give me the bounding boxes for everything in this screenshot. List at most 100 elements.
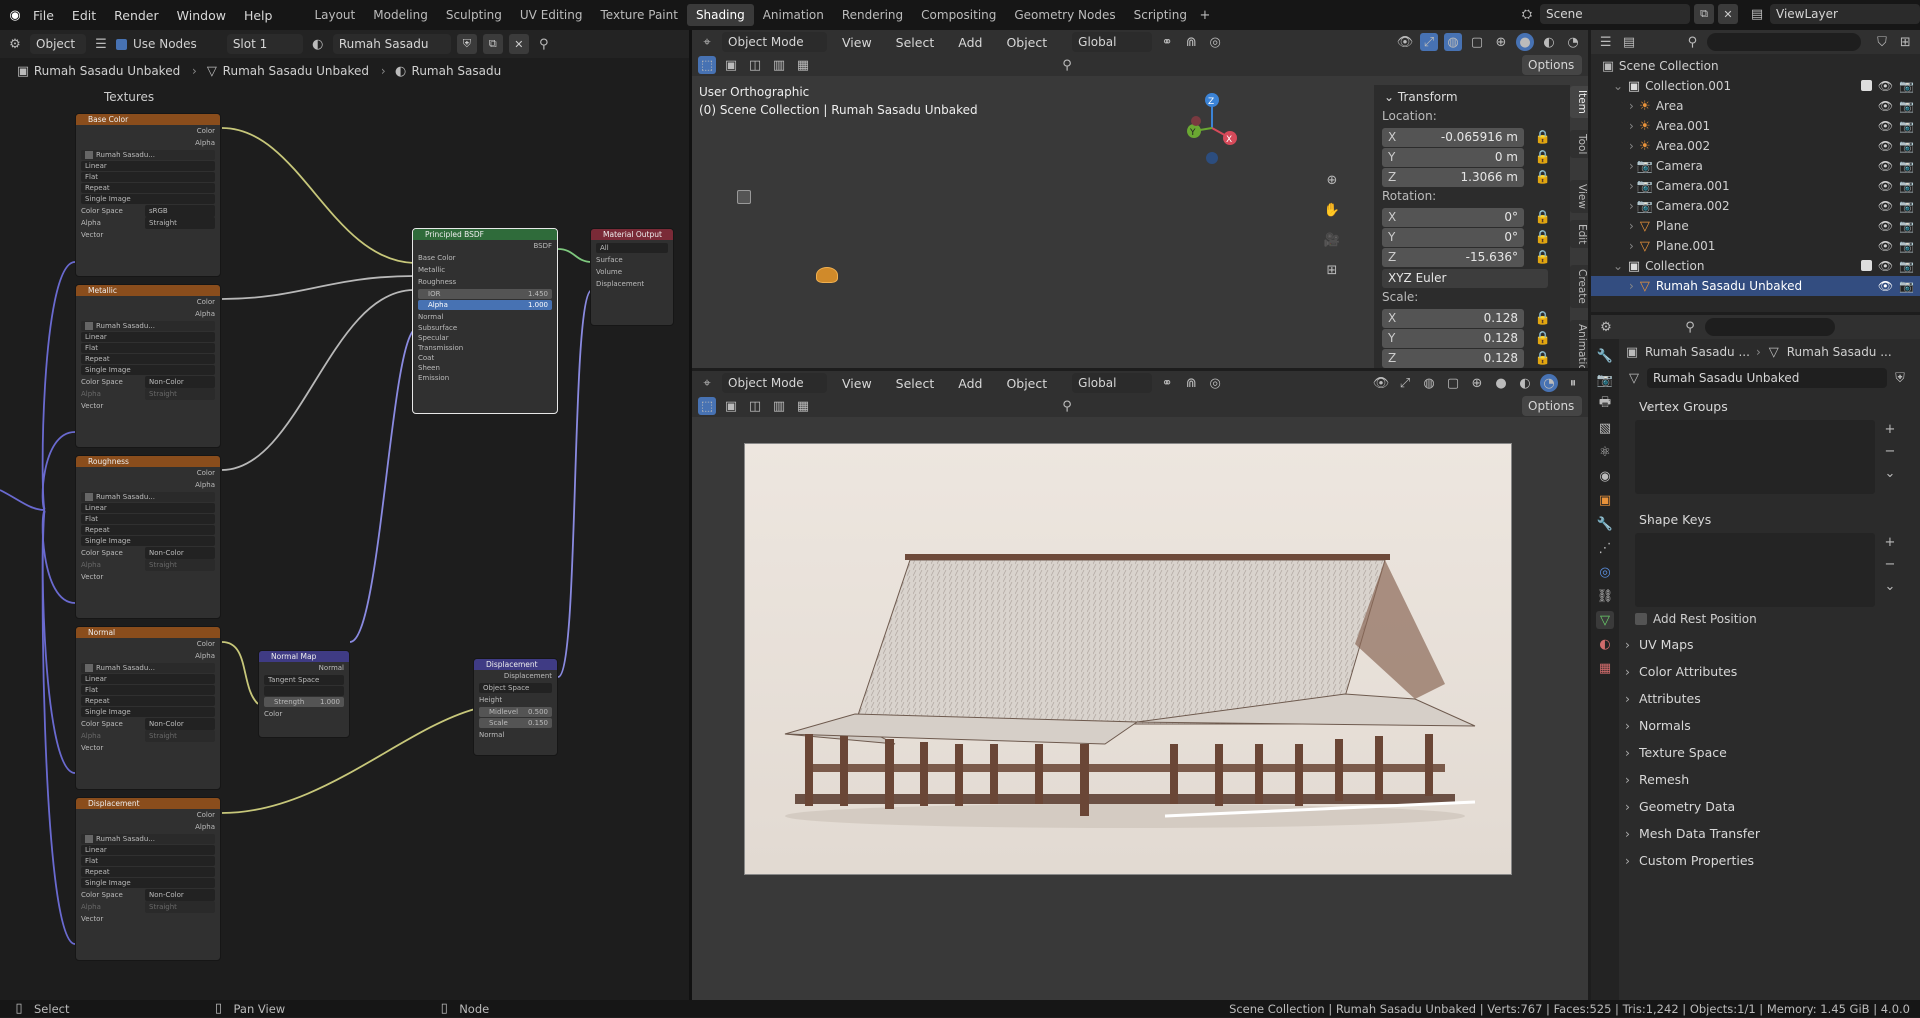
solid-shading-icon[interactable]: ● [1516, 33, 1534, 51]
mode-extend-icon[interactable]: ◫ [746, 397, 764, 415]
panel-remesh[interactable]: Remesh [1603, 766, 1913, 793]
image-texture-node[interactable]: Base Color Color Alpha Rumah Sasadu... Linea… [75, 113, 221, 277]
node-editor[interactable]: ⚙ Object ☰ Use Nodes Slot 1 ◐ Rumah Sasa… [0, 30, 690, 1000]
xray-icon[interactable]: ▢ [1444, 374, 1462, 392]
display-mode-icon[interactable]: ▤ [1620, 33, 1637, 51]
bsdf-alpha-field[interactable]: Alpha 1.000 [418, 300, 552, 310]
outliner-item[interactable]: ⌄ ▣ Collection.001 👁 📷 [1591, 76, 1920, 96]
visibility-eye-icon[interactable]: 👁 [1878, 76, 1893, 96]
add-menu[interactable]: Add [949, 35, 991, 50]
workspace-tab[interactable]: Layout [305, 4, 364, 26]
lock-icon[interactable]: 🔒 [1534, 349, 1552, 367]
render-camera-icon[interactable]: 📷 [1899, 96, 1914, 116]
expand-arrow-icon[interactable]: › [1629, 99, 1634, 113]
mode-extend-icon[interactable]: ◫ [746, 56, 764, 74]
texture-ext-selector[interactable]: Repeat [81, 354, 215, 364]
add-menu[interactable]: Add [949, 376, 991, 391]
bsdf-panel-subsurface[interactable]: Subsurface [413, 323, 557, 333]
outliner-item[interactable]: › ▽ Plane.001 👁 📷 [1591, 236, 1920, 256]
expand-arrow-icon[interactable]: › [1629, 199, 1634, 213]
workspace-tab[interactable]: Scripting [1125, 4, 1196, 26]
remove-vertex-group-icon[interactable]: − [1881, 442, 1899, 460]
shape-keys-panel[interactable]: Shape Keys [1625, 506, 1913, 533]
texture-image-selector[interactable]: Rumah Sasadu... [81, 663, 215, 673]
outliner-item[interactable]: › ▽ Plane 👁 📷 [1591, 216, 1920, 236]
render-camera-icon[interactable]: 📷 [1899, 196, 1914, 216]
lock-icon[interactable]: 🔒 [1534, 208, 1552, 226]
visibility-eye-icon[interactable]: 👁 [1878, 176, 1893, 196]
visibility-eye-icon[interactable]: 👁 [1878, 216, 1893, 236]
scl-field[interactable]: Y 0.128 [1382, 328, 1524, 348]
vertex-groups-list[interactable] [1635, 420, 1875, 494]
gizmo-toggle-icon[interactable]: ⤢ [1420, 33, 1438, 51]
select-box-icon[interactable]: ⬚ [698, 56, 716, 74]
loc-field[interactable]: X -0.065916 m [1382, 127, 1524, 147]
principled-bsdf-node[interactable]: Principled BSDF BSDF Base Color Metallic… [412, 228, 558, 414]
visibility-eye-icon[interactable]: 👁 [1878, 256, 1893, 276]
texture-src-selector[interactable]: Single Image [81, 878, 215, 888]
texture-ext-selector[interactable]: Repeat [81, 525, 215, 535]
bsdf-panel-emission[interactable]: Emission [413, 373, 557, 383]
snap-icon[interactable]: ⋒ [1182, 33, 1200, 51]
orientation-selector[interactable]: Global [1072, 32, 1153, 52]
gizmo-toggle-icon[interactable]: ⤢ [1396, 374, 1414, 392]
outliner-scene-collection[interactable]: ▣ Scene Collection [1591, 56, 1920, 76]
shape-key-specials-icon[interactable]: ⌄ [1881, 577, 1899, 595]
view-menu[interactable]: View [833, 376, 881, 391]
visibility-eye-icon[interactable]: 👁 [1878, 136, 1893, 156]
normal-map-strength-field[interactable]: Strength 1.000 [264, 697, 344, 707]
vertex-group-specials-icon[interactable]: ⌄ [1881, 464, 1899, 482]
visibility-icon[interactable]: 👁 [1372, 374, 1390, 392]
tool-tab-icon[interactable]: 🔧 [1596, 347, 1614, 365]
exclude-checkbox[interactable] [1860, 80, 1872, 91]
viewport-search-icon[interactable]: ⚲ [1058, 397, 1076, 415]
rendered-shading-icon[interactable]: ◔ [1564, 33, 1582, 51]
camera-view-icon[interactable]: 🎥 [1323, 231, 1341, 249]
texture-ext-selector[interactable]: Repeat [81, 696, 215, 706]
lock-icon[interactable]: 🔒 [1534, 228, 1552, 246]
panel-normals[interactable]: Normals [1603, 712, 1913, 739]
outliner-item[interactable]: › ☀ Area.001 👁 📷 [1591, 116, 1920, 136]
sidebar-tab-create[interactable]: Create [1570, 265, 1588, 308]
sidebar-tab-tool[interactable]: Tool [1570, 130, 1588, 159]
texture-ext-selector[interactable]: Repeat [81, 183, 215, 193]
outliner-item[interactable]: › 📷 Camera.001 👁 📷 [1591, 176, 1920, 196]
view-menu[interactable]: View [833, 35, 881, 50]
texture-interp-selector[interactable]: Linear [81, 161, 215, 171]
outliner-item[interactable]: › 📷 Camera.002 👁 📷 [1591, 196, 1920, 216]
render-camera-icon[interactable]: 📷 [1899, 156, 1914, 176]
editor-type-icon[interactable]: ⚙ [1597, 318, 1615, 336]
visibility-eye-icon[interactable]: 👁 [1878, 196, 1893, 216]
rot-field[interactable]: Y 0° [1382, 227, 1524, 247]
alpha-mode-selector[interactable]: Straight [145, 559, 215, 571]
workspace-tab[interactable]: Sculpting [437, 4, 511, 26]
add-rest-position-checkbox[interactable] [1635, 613, 1647, 625]
panel-custom-properties[interactable]: Custom Properties [1603, 847, 1913, 874]
panel-texture-space[interactable]: Texture Space [1603, 739, 1913, 766]
constraints-tab-icon[interactable]: ⛓ [1596, 587, 1614, 605]
options-button[interactable]: Options [1522, 55, 1582, 75]
outliner[interactable]: ☰ ▤ ⚲ ⛉ ⊞ ▣ Scene Collection ⌄ ▣ Collectio… [1591, 30, 1920, 312]
exclude-checkbox[interactable] [1860, 260, 1872, 271]
properties-search-icon[interactable]: ⚲ [1681, 318, 1699, 336]
filter-icon[interactable]: ⛉ [1873, 33, 1890, 51]
menu-help[interactable]: Help [235, 8, 282, 23]
pivot-icon[interactable]: ⚭ [1158, 33, 1176, 51]
rendered-shading-icon[interactable]: ◔ [1540, 374, 1558, 392]
house-object[interactable] [816, 267, 838, 283]
texture-src-selector[interactable]: Single Image [81, 707, 215, 717]
select-menu[interactable]: Select [887, 35, 944, 50]
expand-arrow-icon[interactable]: ⌄ [1613, 259, 1623, 273]
visibility-eye-icon[interactable]: 👁 [1878, 156, 1893, 176]
expand-arrow-icon[interactable]: › [1629, 239, 1634, 253]
grid-view-icon[interactable]: ⊞ [1323, 261, 1341, 279]
object-tab-icon[interactable]: ▣ [1596, 491, 1614, 509]
modifier-tab-icon[interactable]: 🔧 [1596, 515, 1614, 533]
menu-file[interactable]: File [24, 8, 63, 23]
shape-keys-list[interactable] [1635, 533, 1875, 607]
workspace-tab[interactable]: Rendering [833, 4, 912, 26]
object-menu[interactable]: Object [997, 376, 1056, 391]
lock-icon[interactable]: 🔒 [1534, 168, 1552, 186]
zoom-icon[interactable]: ⊕ [1323, 171, 1341, 189]
overlay-toggle-icon[interactable]: ◍ [1444, 33, 1462, 51]
